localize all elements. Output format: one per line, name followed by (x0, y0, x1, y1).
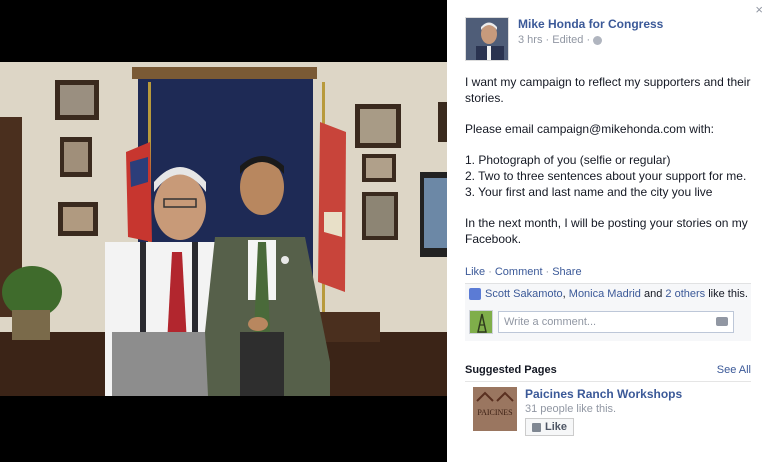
likes-comma: , (562, 288, 566, 300)
post-paragraph: Please email campaign@mikehonda.com with… (465, 122, 714, 136)
suggested-page-count: 31 people like this. (525, 403, 617, 415)
post-panel: × Mike Honda for Congress 3 hrs · Edited… (447, 0, 771, 462)
likes-suffix: like this. (708, 288, 748, 300)
like-page-button[interactable]: Like (525, 418, 575, 436)
photo-illustration (0, 62, 447, 396)
like-link[interactable]: Like (465, 266, 485, 278)
comment-link[interactable]: Comment (495, 266, 543, 278)
ranch-logo: PAICINES (473, 387, 517, 431)
comment-row: Write a comment... (469, 310, 734, 334)
page-name-link[interactable]: Mike Honda for Congress (518, 17, 663, 31)
post-body: I want my campaign to reflect my support… (465, 74, 755, 262)
action-separator: · (488, 266, 492, 278)
suggested-page-item: PAICINES Paicines Ranch Workshops 31 peo… (473, 387, 682, 436)
suggested-header: Suggested Pages See All (465, 364, 751, 376)
globe-icon (593, 35, 603, 45)
thumb-up-icon (532, 422, 541, 432)
camera-icon[interactable] (716, 317, 728, 326)
post-paragraph: In the next month, I will be posting you… (465, 216, 748, 246)
suggested-page-info: Paicines Ranch Workshops 31 people like … (525, 387, 682, 436)
photo[interactable] (0, 62, 447, 396)
header-text: Mike Honda for Congress 3 hrs · Edited · (518, 17, 663, 61)
page-avatar[interactable] (465, 17, 509, 61)
suggested-page-thumbnail[interactable]: PAICINES (473, 387, 517, 431)
action-separator: · (545, 266, 550, 278)
comment-input[interactable]: Write a comment... (498, 311, 734, 333)
post-paragraph: 1. Photograph of you (selfie or regular)… (465, 153, 747, 199)
others-link[interactable]: 2 others (665, 288, 705, 300)
ranch-logo-text: PAICINES (477, 408, 512, 417)
post-header: Mike Honda for Congress 3 hrs · Edited · (465, 17, 663, 61)
close-icon[interactable]: × (755, 2, 763, 17)
ufi-box: Scott Sakamoto, Monica Madrid and 2 othe… (465, 283, 751, 341)
post-paragraph: I want my campaign to reflect my support… (465, 75, 751, 105)
comment-placeholder: Write a comment... (504, 316, 597, 328)
divider (465, 381, 751, 382)
post-actions: Like · Comment · Share (465, 266, 582, 278)
like-page-label: Like (545, 421, 568, 433)
avatar-image (466, 18, 508, 60)
photo-viewer: × Mike Honda for Congress 3 hrs · Edited… (0, 0, 771, 462)
liker-link[interactable]: Monica Madrid (569, 288, 641, 300)
see-all-link[interactable]: See All (717, 364, 751, 376)
likes-summary: Scott Sakamoto, Monica Madrid and 2 othe… (469, 288, 748, 300)
suggested-page-name[interactable]: Paicines Ranch Workshops (525, 387, 682, 401)
like-thumb-icon (469, 288, 481, 300)
share-link[interactable]: Share (552, 266, 581, 278)
post-meta: 3 hrs · Edited · (518, 34, 663, 46)
commenter-avatar (469, 310, 493, 334)
likes-and: and (643, 288, 663, 300)
liker-link[interactable]: Scott Sakamoto (485, 288, 563, 300)
tower-icon (470, 311, 492, 333)
photo-stage[interactable] (0, 0, 447, 462)
post-timestamp[interactable]: 3 hrs · Edited · (518, 34, 590, 46)
suggested-title: Suggested Pages (465, 364, 557, 376)
